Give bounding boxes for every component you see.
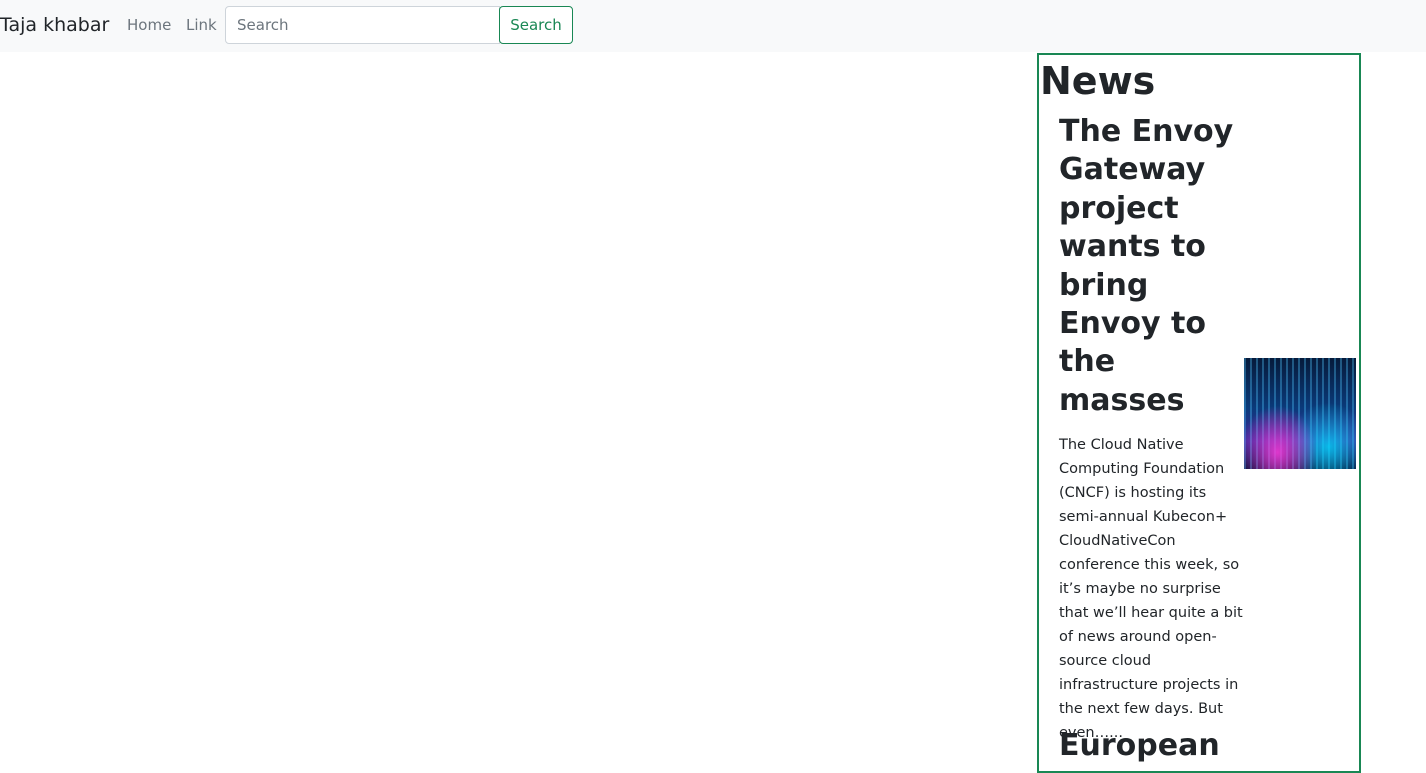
article-title[interactable]: The Envoy Gateway project wants to bring… [1059, 113, 1244, 420]
news-article: The Envoy Gateway project wants to bring… [1059, 113, 1244, 745]
article-title[interactable]: European [1059, 727, 1220, 765]
nav-link-link[interactable]: Link [186, 14, 217, 36]
nav-link-home[interactable]: Home [127, 14, 171, 36]
navbar-brand[interactable]: Taja khabar [0, 12, 109, 38]
navbar: Taja khabar Home Link Search [0, 0, 1426, 52]
search-input[interactable] [225, 6, 500, 44]
article-thumbnail-image[interactable] [1244, 358, 1356, 469]
news-heading: News [1040, 59, 1156, 103]
search-button[interactable]: Search [499, 6, 573, 44]
news-sidebar: News The Envoy Gateway project wants to … [1037, 53, 1361, 773]
article-description: The Cloud Native Computing Foundation (C… [1059, 437, 1243, 742]
